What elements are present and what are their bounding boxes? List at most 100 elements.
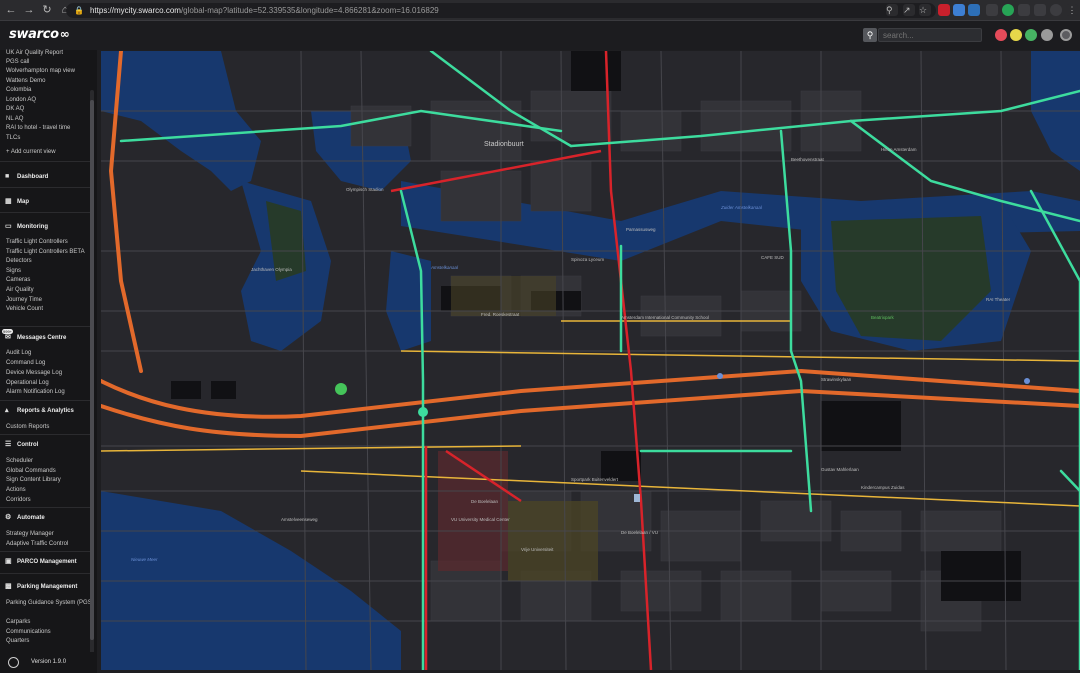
saved-view[interactable]: TLCs [6, 135, 20, 141]
map-label: Parnassusweg [626, 227, 656, 232]
nav-map[interactable]: ▦ Map [5, 198, 29, 206]
share-icon[interactable]: ↗ [903, 4, 915, 16]
nav-subitem[interactable]: Alarm Notification Log [6, 389, 65, 395]
school-area [451, 276, 556, 316]
extension-icon[interactable] [1002, 4, 1014, 16]
chart-icon: ▴ [5, 407, 9, 414]
map-label: De Boelelaan [471, 499, 499, 504]
car-icon: ▩ [5, 583, 12, 590]
saved-view[interactable]: RAI to hotel - travel time [6, 125, 70, 131]
map-icon: ▦ [5, 198, 12, 205]
saved-view[interactable]: PGS call [6, 59, 29, 65]
extension-icon[interactable] [968, 4, 980, 16]
nav-subitem[interactable]: Traffic Light Controllers [6, 239, 68, 245]
add-current-view-link[interactable]: + Add current view [6, 149, 56, 155]
nav-subitem[interactable]: Air Quality [6, 287, 34, 293]
sidebar-toggle-icon[interactable] [1034, 4, 1046, 16]
nav-subitem[interactable]: Global Commands [6, 468, 56, 474]
extension-icon[interactable] [953, 4, 965, 16]
saved-view[interactable]: Colombia [6, 87, 31, 93]
bus-stop-marker[interactable] [335, 383, 347, 395]
nav-subitem[interactable]: Device Message Log [6, 370, 62, 376]
nav-subitem[interactable]: Detectors [6, 258, 32, 264]
saved-view[interactable]: Wolverhampton map view [6, 68, 75, 74]
user-badge[interactable] [1010, 29, 1022, 41]
nav-subitem[interactable]: Corridors [6, 497, 31, 503]
forward-icon[interactable]: → [22, 3, 36, 17]
map-label: CAFE SUD [761, 255, 785, 260]
nav-subitem[interactable]: Journey Time [6, 297, 42, 303]
version-footer: Version 1.9.0 [0, 652, 97, 673]
nav-messages-centre[interactable]: ✉ Messages Centre [5, 334, 66, 342]
sidebar: UK Air Quality Report PGS call Wolverham… [0, 50, 97, 673]
extension-icon[interactable] [938, 4, 950, 16]
transit-marker[interactable] [1024, 378, 1030, 384]
map-label: Sportpark Buitenveldert [571, 477, 619, 482]
extension-icon[interactable] [986, 4, 998, 16]
collapse-icon[interactable] [8, 657, 19, 668]
search-icon[interactable]: ⚲ [863, 28, 877, 42]
saved-view[interactable]: UK Air Quality Report [6, 50, 63, 56]
map-label: Gustav Mahlerlaan [821, 467, 859, 472]
swarco-logo[interactable]: swarco∞ [9, 27, 70, 42]
url-path: /global-map?latitude=52.339535&longitude… [180, 6, 439, 15]
map-canvas[interactable]: Stadionbuurt Zuider Amstelkanaal Amstelk… [101, 51, 1080, 670]
nav-parking-management[interactable]: ▩ Parking Management [5, 583, 77, 591]
nav-parco-management[interactable]: ▣ PARCO Management [5, 558, 77, 566]
scrollbar-thumb[interactable] [90, 100, 94, 640]
back-icon[interactable]: ← [4, 3, 18, 17]
nav-subitem[interactable]: Signs [6, 268, 21, 274]
saved-view[interactable]: DK AQ [6, 106, 24, 112]
nav-subitem[interactable]: Adaptive Traffic Control [6, 541, 68, 547]
map-label: Amsterdam International Community School [621, 315, 709, 320]
version-label: Version 1.9.0 [31, 659, 67, 665]
user-badge[interactable] [1025, 29, 1037, 41]
search-input[interactable] [878, 28, 982, 42]
traffic-marker[interactable] [418, 407, 428, 417]
map-svg[interactable]: Stadionbuurt Zuider Amstelkanaal Amstelk… [101, 51, 1080, 670]
nav-subitem[interactable]: Operational Log [6, 380, 49, 386]
saved-view[interactable]: Wattens Demo [6, 78, 45, 84]
nav-automate[interactable]: ⚙ Automate [5, 514, 45, 522]
profile-icon[interactable] [1050, 4, 1062, 16]
user-avatar[interactable] [1060, 29, 1072, 41]
nav-subitem[interactable]: Sign Content Library [6, 477, 61, 483]
user-badge[interactable] [1041, 29, 1053, 41]
nav-subitem[interactable]: Audit Log [6, 350, 31, 356]
zoom-icon[interactable]: ⚲ [886, 4, 898, 16]
nav-monitoring[interactable]: ▭ Monitoring [5, 223, 48, 231]
sidebar-scrollbar[interactable] [90, 90, 94, 660]
nav-control[interactable]: ☰ Control [5, 441, 38, 449]
university-area [508, 501, 598, 581]
reload-icon[interactable]: ↻ [40, 3, 54, 17]
nav-label: Monitoring [17, 224, 48, 230]
nav-subitem[interactable]: Custom Reports [6, 424, 49, 430]
nav-subitem[interactable]: Parking Guidance System (PGS) [6, 600, 94, 606]
map-label: Nieuwe Meer [131, 557, 158, 562]
user-badge[interactable] [995, 29, 1007, 41]
nav-subitem[interactable]: Quarters [6, 638, 29, 644]
station-marker[interactable] [634, 494, 640, 502]
nav-reports-analytics[interactable]: ▴ Reports & Analytics [5, 407, 74, 415]
map-label: Zuider Amstelkanaal [720, 205, 763, 210]
address-bar[interactable]: 🔒 https://mycity.swarco.com/global-map?l… [66, 3, 936, 18]
nav-subitem[interactable]: Command Log [6, 360, 45, 366]
nav-dashboard[interactable]: ■ Dashboard [5, 173, 48, 181]
nav-subitem[interactable]: Carparks [6, 619, 30, 625]
bookmark-star-icon[interactable]: ☆ [919, 4, 931, 16]
more-menu-icon[interactable]: ⋮ [1066, 4, 1078, 16]
nav-subitem[interactable]: Vehicle Count [6, 306, 43, 312]
nav-subitem[interactable]: Strategy Manager [6, 531, 54, 537]
nav-subitem[interactable]: Communications [6, 629, 51, 635]
map-label: Hilton Amsterdam [881, 147, 917, 152]
map-label: Kindercampus Zuidas [861, 485, 905, 490]
saved-view[interactable]: London AQ [6, 97, 36, 103]
nav-subitem[interactable]: Traffic Light Controllers BETA [6, 249, 85, 255]
puzzle-icon[interactable] [1018, 4, 1030, 16]
nav-subitem[interactable]: Cameras [6, 277, 30, 283]
saved-view[interactable]: NL AQ [6, 116, 23, 122]
transit-marker[interactable] [717, 373, 723, 379]
map-label: Beethovenstraat [791, 157, 825, 162]
nav-subitem[interactable]: Scheduler [6, 458, 33, 464]
nav-subitem[interactable]: Actions [6, 487, 26, 493]
